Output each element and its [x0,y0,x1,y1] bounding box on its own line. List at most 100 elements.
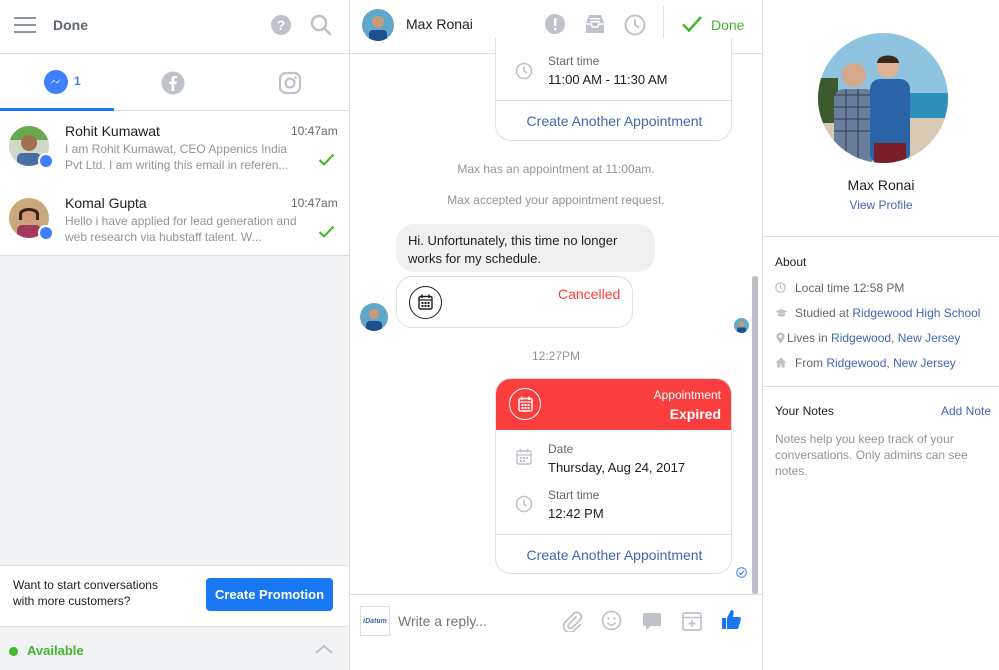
residence-row: Lives in Ridgewood, New Jersey [775,331,960,345]
comma-separator: , [891,331,898,345]
inbox-header: Done ? [0,0,349,54]
lives-state-link[interactable]: New Jersey [898,331,961,345]
spam-alert-icon[interactable] [544,13,566,35]
attachment-icon[interactable] [561,610,583,632]
location-pin-icon [776,332,785,344]
incoming-message-bubble: Hi. Unfortunately, this time no longer w… [396,224,655,272]
start-time-label: Start time [548,54,600,68]
contact-name[interactable]: Max Ronai [406,16,473,32]
conversation-item[interactable]: Komal Gupta 10:47am Hello i have applied… [0,183,349,256]
local-time: Local time 12:58 PM [795,281,905,295]
home-icon [775,357,787,368]
education-row: Studied at Ridgewood High School [775,306,980,320]
appointment-card: Start time 11:00 AM - 11:30 AM Create An… [495,38,732,141]
instagram-icon [278,71,302,95]
calendar-icon [516,448,532,465]
local-time-row: Local time 12:58 PM [775,281,904,295]
cancelled-appointment-card: Cancelled [396,276,633,328]
card-divider [496,534,731,535]
promotion-banner: Want to start conversations with more cu… [0,565,349,626]
profile-name: Max Ronai [847,177,915,193]
saved-replies-icon[interactable] [642,612,662,631]
date-value: Thursday, Aug 24, 2017 [548,460,686,475]
conversation-time: 10:47am [291,124,338,138]
start-time-value: 12:42 PM [548,506,604,521]
done-check-icon[interactable] [318,225,335,238]
clock-icon [515,62,533,80]
from-state-link[interactable]: New Jersey [893,356,956,370]
clock-icon [775,282,786,293]
view-profile-link[interactable]: View Profile [763,198,999,212]
expired-status: Expired [669,406,721,422]
messenger-badge-icon [38,153,53,168]
done-check-icon[interactable] [318,153,335,166]
avatar[interactable] [362,9,394,41]
lives-city-link[interactable]: Ridgewood [831,331,891,345]
mark-done-button[interactable]: Done [711,17,744,33]
status-dot-icon [9,647,18,656]
scrollbar-thumb[interactable] [752,276,758,594]
start-time-value: 11:00 AM - 11:30 AM [548,72,668,87]
tab-messenger[interactable]: 1 [0,54,114,111]
messenger-unread-count: 1 [74,74,81,88]
sent-status-icon [736,567,747,578]
cancelled-status: Cancelled [558,286,621,302]
contact-name: Komal Gupta [65,195,147,211]
section-divider [763,386,999,387]
message-preview: I am Rohit Kumawat, CEO Appenics India P… [65,142,289,172]
conversation-item[interactable]: Rohit Kumawat 10:47am I am Rohit Kumawat… [0,111,349,183]
create-another-appointment-button[interactable]: Create Another Appointment [496,113,731,129]
appointment-label: Appointment [653,388,721,402]
clock-icon [515,495,533,513]
help-icon[interactable]: ? [270,14,292,36]
create-another-appointment-button[interactable]: Create Another Appointment [496,547,731,563]
calendar-icon [509,388,541,420]
message-timestamp: 12:27PM [531,349,581,363]
facebook-icon [161,71,185,95]
tab-instagram[interactable] [278,71,302,95]
date-label: Date [548,442,574,456]
chevron-up-icon[interactable] [315,644,333,654]
hamburger-menu-icon[interactable] [14,16,36,34]
card-header: Appointment Expired [496,379,731,430]
archive-icon[interactable] [585,14,605,34]
page-logo: iDatum [360,606,390,636]
seen-avatar [734,318,749,333]
message-preview: Hello i have applied for lead generation… [65,214,297,244]
sender-avatar [360,303,388,331]
school-link[interactable]: Ridgewood High School [852,306,980,320]
about-title: About [775,255,807,269]
system-message: Max accepted your appointment request. [447,193,665,207]
system-message: Max has an appointment at 11:00am. [457,162,655,176]
channel-tabs: 1 [0,54,349,111]
start-time-label: Start time [548,488,600,502]
clock-icon[interactable] [624,14,646,36]
add-note-button[interactable]: Add Note [941,404,991,418]
contact-name: Rohit Kumawat [65,123,160,139]
from-city-link[interactable]: Ridgewood [826,356,886,370]
reply-input[interactable] [398,609,548,633]
availability-bar[interactable]: Available [0,626,349,670]
card-divider [496,100,731,101]
promotion-text: Want to start conversations with more cu… [13,578,158,608]
appointment-create-icon[interactable] [682,611,702,631]
calendar-icon [409,286,442,319]
availability-label: Available [27,643,84,658]
search-icon[interactable] [310,14,332,36]
messenger-icon [44,70,68,94]
done-check-icon[interactable] [681,15,703,33]
conversation-time: 10:47am [291,196,338,210]
create-promotion-button[interactable]: Create Promotion [206,578,333,611]
section-divider [763,236,999,237]
expired-appointment-card: Appointment Expired Date Thursday, Aug 2… [495,378,732,574]
tab-facebook[interactable] [161,71,185,95]
emoji-icon[interactable] [601,610,622,631]
messenger-badge-icon [38,225,53,240]
hometown-row: From Ridgewood, New Jersey [775,356,956,370]
folder-title[interactable]: Done [53,17,88,33]
reply-composer: iDatum [350,594,762,646]
profile-photo [818,33,948,163]
notes-help-text: Notes help you keep track of your conver… [775,432,968,478]
like-thumb-icon[interactable] [721,609,742,630]
svg-text:?: ? [277,17,286,33]
